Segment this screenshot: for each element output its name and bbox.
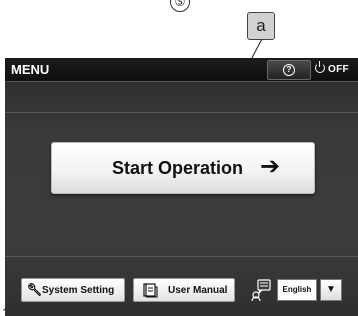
language-icon [251, 279, 271, 301]
step-number-marker: ⑤ [170, 0, 190, 12]
language-dropdown-button[interactable]: ▼ [320, 279, 342, 301]
system-setting-button[interactable]: System Setting [21, 278, 125, 302]
top-bar: MENU ? OFF [5, 58, 358, 82]
chevron-down-icon: ▼ [326, 284, 336, 295]
arrow-right-icon: ➔ [260, 153, 281, 180]
wrench-icon [28, 283, 42, 297]
system-setting-label: System Setting [42, 285, 115, 296]
start-operation-label: Start Operation [112, 158, 244, 178]
user-manual-button[interactable]: User Manual [133, 278, 235, 302]
power-off-label: OFF [328, 64, 349, 75]
power-off-button[interactable]: OFF [315, 61, 349, 75]
help-button[interactable]: ? [267, 60, 311, 80]
page-title: MENU [11, 62, 50, 77]
divider-top [5, 112, 358, 113]
callout-label-a: a [247, 12, 275, 40]
power-icon [315, 61, 325, 73]
touch-screen: MENU ? OFF Start Operation ➔ System Sett… [5, 58, 358, 316]
divider-bottom [5, 256, 358, 257]
user-manual-label: User Manual [168, 285, 228, 296]
question-mark-icon: ? [283, 64, 295, 77]
language-select[interactable]: English [277, 279, 317, 301]
book-icon [143, 283, 158, 298]
start-operation-button[interactable]: Start Operation ➔ [51, 142, 315, 194]
